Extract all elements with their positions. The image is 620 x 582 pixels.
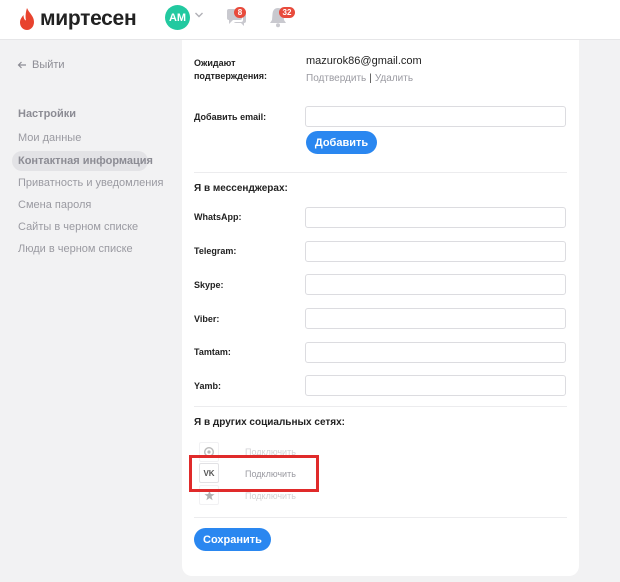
sidebar-item-privacy[interactable]: Приватность и уведомления — [12, 173, 163, 193]
sidebar-item-my-data[interactable]: Мои данные — [12, 128, 148, 148]
add-email-label: Добавить email: — [194, 112, 267, 122]
logout-link[interactable]: Выйти — [17, 59, 65, 71]
arrow-left-icon — [17, 61, 26, 69]
add-email-input[interactable] — [305, 106, 566, 127]
delete-link[interactable]: Удалить — [375, 73, 413, 84]
chevron-down-icon[interactable] — [194, 10, 204, 20]
viber-input[interactable] — [305, 308, 566, 329]
avatar[interactable]: АМ — [165, 5, 190, 30]
tamtam-label: Tamtam: — [194, 347, 231, 357]
email-actions: Подтвердить | Удалить — [306, 73, 413, 84]
sidebar-item-contact-info[interactable]: Контактная информация — [12, 151, 153, 171]
skype-input[interactable] — [305, 274, 566, 295]
divider — [194, 172, 567, 173]
skype-label: Skype: — [194, 280, 224, 290]
flame-icon — [20, 8, 34, 30]
divider — [194, 517, 567, 518]
viber-label: Viber: — [194, 314, 220, 324]
whatsapp-input[interactable] — [305, 207, 566, 228]
whatsapp-label: WhatsApp: — [194, 212, 242, 222]
yamb-label: Yamb: — [194, 381, 222, 391]
logo-text: миртесен — [40, 7, 137, 30]
messages-badge: 8 — [234, 7, 246, 18]
yamb-input[interactable] — [305, 375, 566, 396]
sidebar-item-blocked-sites[interactable]: Сайты в черном списке — [12, 217, 148, 237]
save-button[interactable]: Сохранить — [194, 528, 271, 551]
confirm-link[interactable]: Подтвердить — [306, 73, 366, 84]
telegram-label: Telegram: — [194, 246, 237, 256]
divider — [194, 406, 567, 407]
tamtam-input[interactable] — [305, 342, 566, 363]
sidebar-item-blocked-people[interactable]: Люди в черном списке — [12, 239, 148, 259]
connect-other-link[interactable]: Подключить — [245, 491, 296, 501]
pending-email-value: mazurok86@gmail.com — [306, 55, 422, 67]
red-highlight-box — [189, 455, 319, 492]
socials-title: Я в других социальных сетях: — [194, 417, 345, 428]
site-logo[interactable]: миртесен — [18, 7, 137, 31]
sidebar-item-password[interactable]: Смена пароля — [12, 195, 148, 215]
top-bar: миртесен АМ 8 32 — [0, 0, 620, 40]
telegram-input[interactable] — [305, 241, 566, 262]
logout-label: Выйти — [32, 59, 65, 71]
pending-email-label: Ожидают подтверждения: — [194, 58, 268, 81]
notifications-badge: 32 — [279, 7, 295, 18]
add-email-button[interactable]: Добавить — [306, 131, 377, 154]
settings-title: Настройки — [18, 108, 77, 120]
separator: | — [369, 73, 372, 84]
messengers-title: Я в мессенджерах: — [194, 183, 288, 194]
